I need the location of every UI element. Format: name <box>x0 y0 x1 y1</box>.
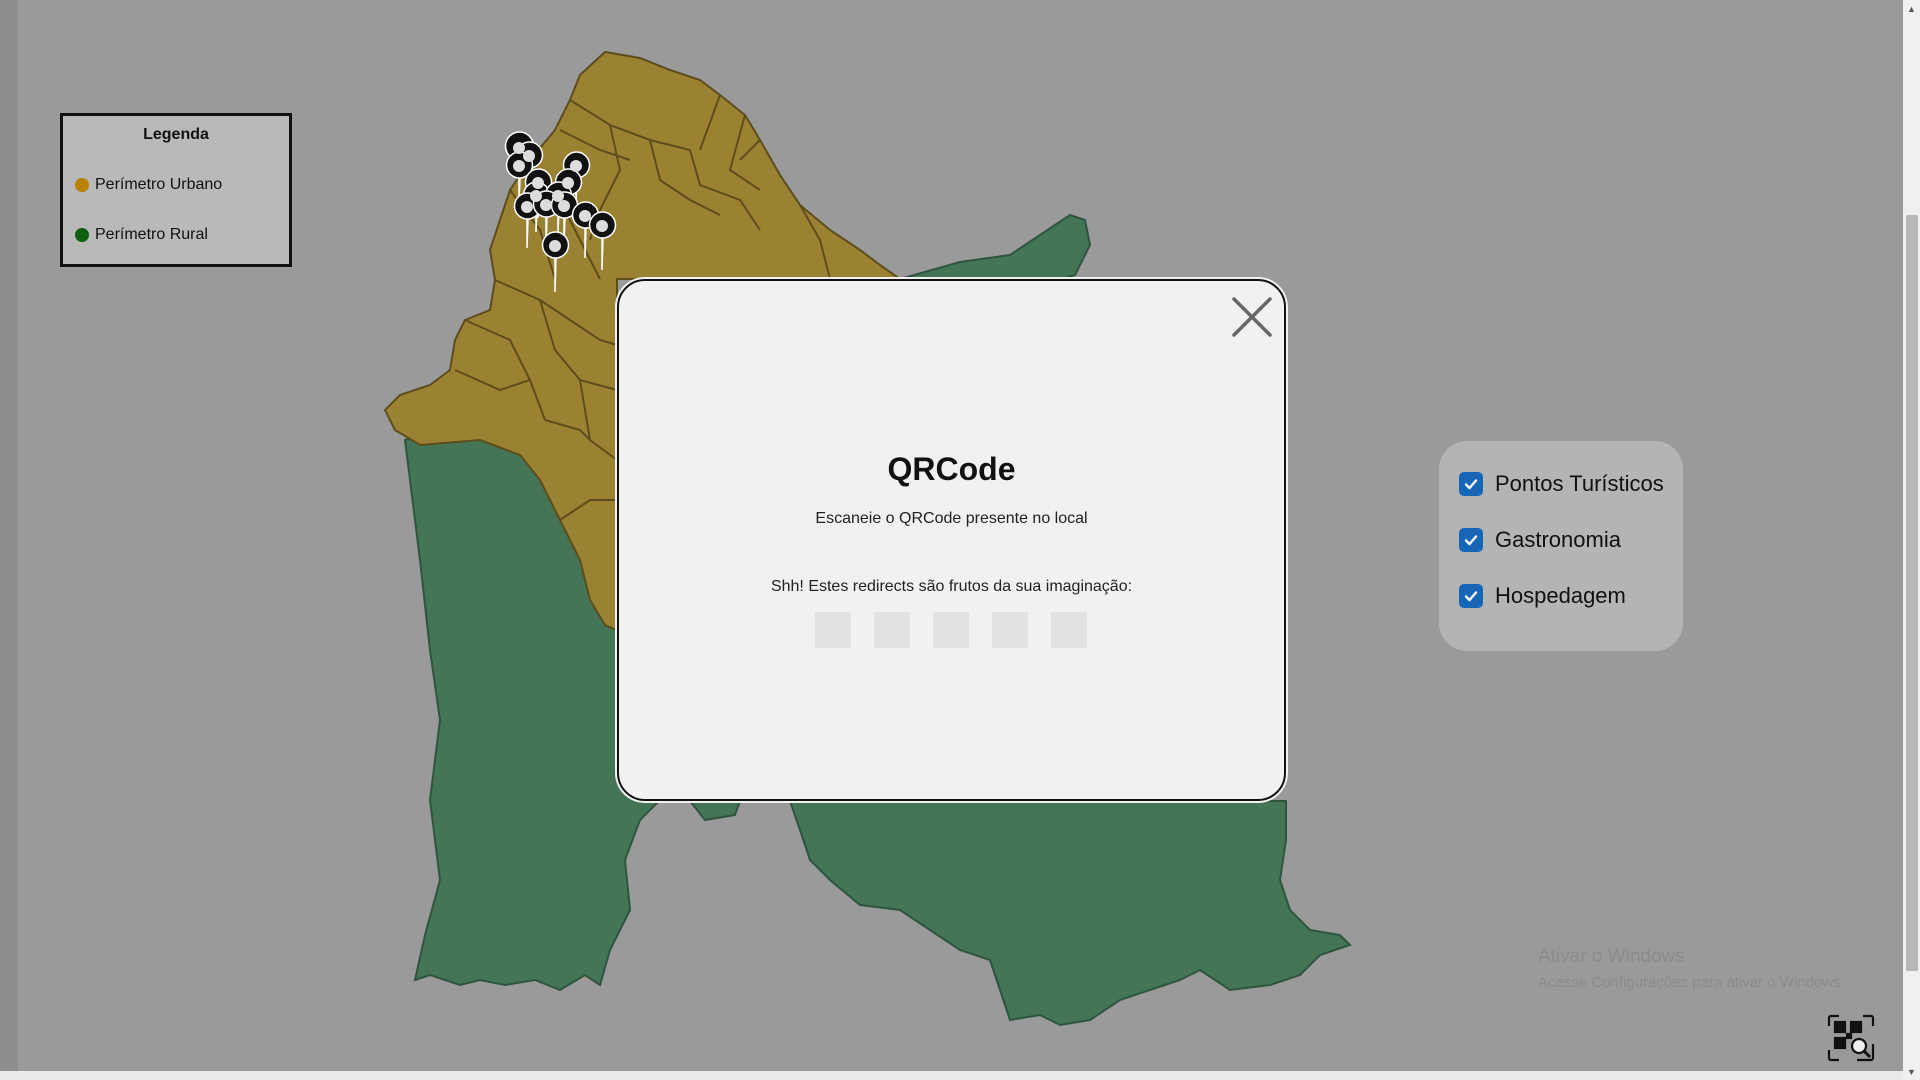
modal-subtitle: Escaneie o QRCode presente no local <box>815 510 1088 527</box>
code-slot-3[interactable] <box>933 612 969 648</box>
scroll-thumb[interactable] <box>1906 215 1918 971</box>
code-slot-5[interactable] <box>1051 612 1087 648</box>
check-icon[interactable] <box>1459 528 1483 552</box>
rural-area-east[interactable] <box>788 800 1352 1027</box>
filter-label[interactable]: Hospedagem <box>1495 583 1626 609</box>
rural-area-south-pocket[interactable] <box>687 800 742 822</box>
watermark-line2: Acesse Configurações para ativar o Windo… <box>1538 974 1845 991</box>
modal-title: QRCode <box>887 451 1016 487</box>
code-slot-2[interactable] <box>874 612 910 648</box>
filter-pontos-turisticos[interactable]: Pontos Turísticos <box>1459 471 1664 497</box>
rural-area-northeast[interactable] <box>899 213 1092 280</box>
filter-label[interactable]: Pontos Turísticos <box>1495 471 1664 497</box>
legend-title: Legenda <box>143 126 209 143</box>
code-slot-4[interactable] <box>992 612 1028 648</box>
scroll-up-icon[interactable]: ▲ <box>1903 0 1920 17</box>
filter-gastronomia[interactable]: Gastronomia <box>1459 527 1621 553</box>
filter-hospedagem[interactable]: Hospedagem <box>1459 583 1626 609</box>
qr-scan-icon[interactable] <box>1827 1014 1875 1062</box>
map-legend: Legenda Perímetro Urbano Perímetro Rural <box>60 113 292 267</box>
filter-label[interactable]: Gastronomia <box>1495 527 1621 553</box>
scroll-down-icon[interactable]: ▼ <box>1903 1063 1920 1080</box>
qrcode-modal: QRCode Escaneie o QRCode presente no loc… <box>617 279 1286 801</box>
urban-dot-icon <box>75 178 89 192</box>
watermark-line1: Ativar o Windows <box>1538 946 1685 967</box>
check-icon[interactable] <box>1459 584 1483 608</box>
close-icon[interactable] <box>1230 295 1274 339</box>
code-input-row <box>815 612 1087 648</box>
legend-item-rural: Perímetro Rural <box>75 226 208 244</box>
windows-activation-watermark: Ativar o Windows Acesse Configurações pa… <box>1538 946 1845 991</box>
rural-dot-icon <box>75 228 89 242</box>
check-icon[interactable] <box>1459 472 1483 496</box>
legend-item-label: Perímetro Urbano <box>95 176 223 193</box>
modal-hint: Shh! Estes redirects são frutos da sua i… <box>770 578 1133 595</box>
legend-item-urban: Perímetro Urbano <box>75 176 222 194</box>
legend-item-label: Perímetro Rural <box>95 226 208 243</box>
horizontal-scrollbar[interactable] <box>0 1071 1903 1080</box>
code-slot-1[interactable] <box>815 612 851 648</box>
category-filter-panel: Pontos Turísticos Gastronomia Hospedagem <box>1439 441 1683 651</box>
map-page: Legenda Perímetro Urbano Perímetro Rural… <box>0 0 1920 1080</box>
vertical-scrollbar[interactable]: ▲ ▼ <box>1903 0 1920 1080</box>
